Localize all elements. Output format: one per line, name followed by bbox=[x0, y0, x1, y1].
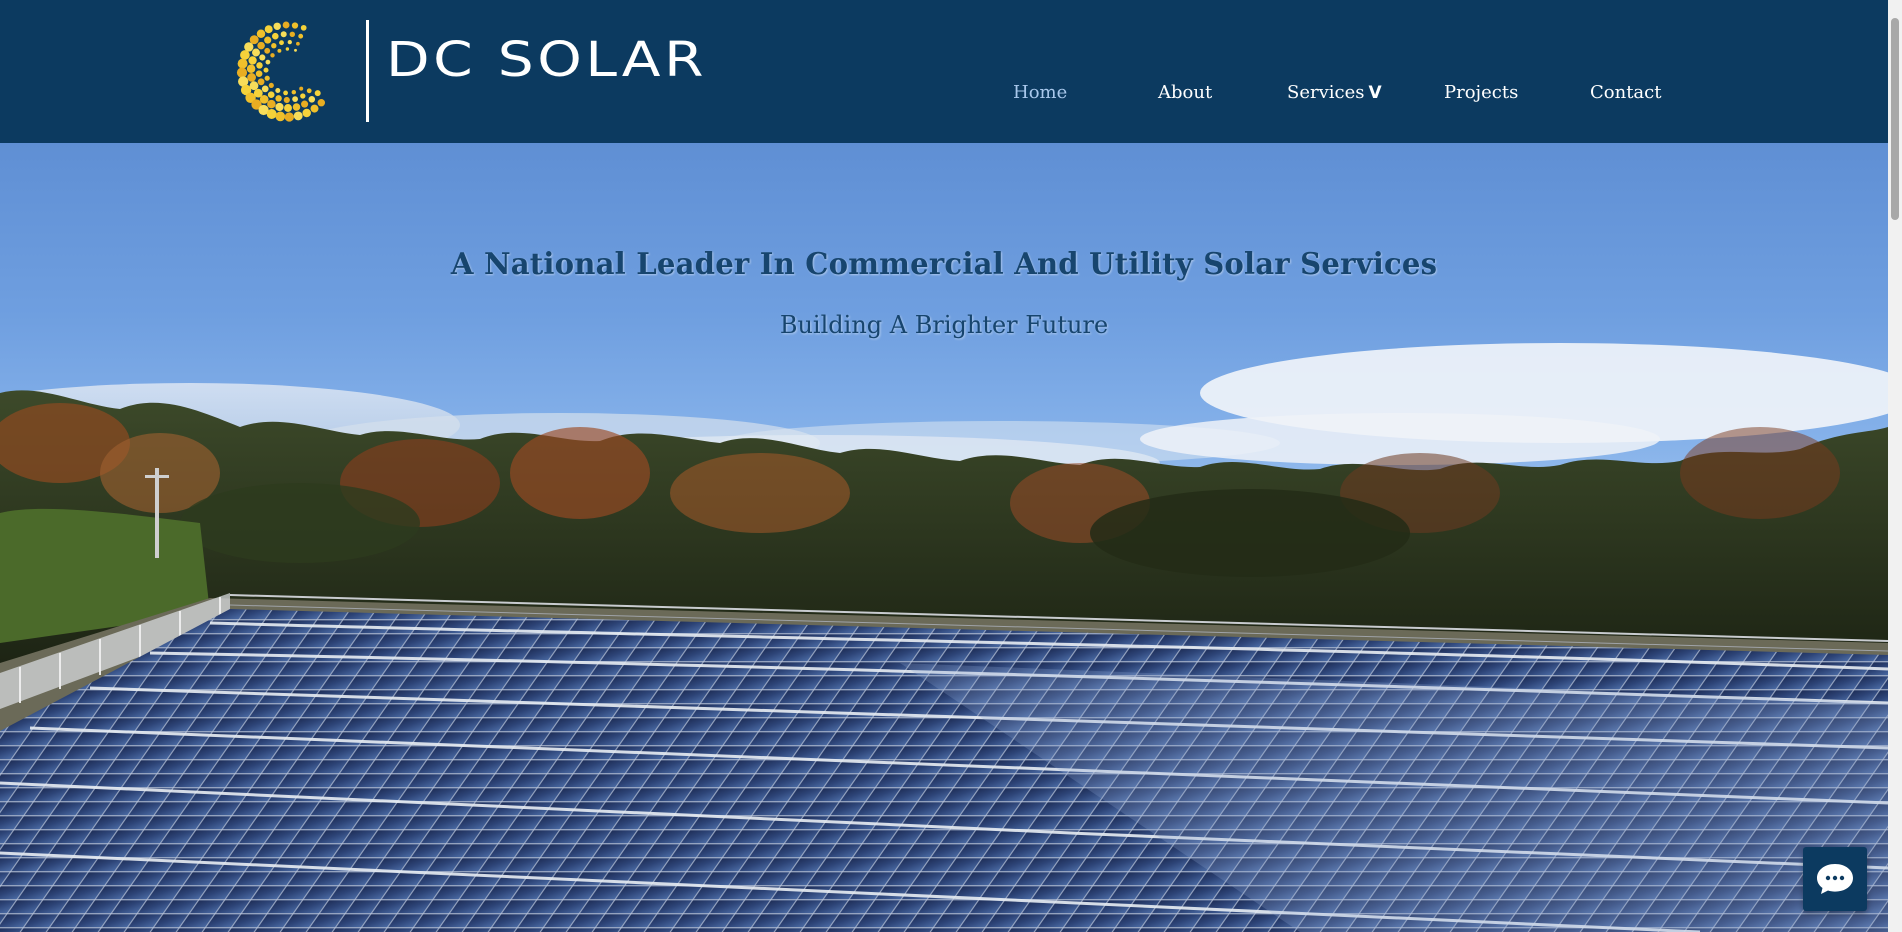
logo-dot bbox=[282, 21, 290, 29]
nav-item-label: Services bbox=[1287, 82, 1365, 103]
brand-name[interactable]: DC SOLAR bbox=[386, 36, 707, 84]
logo-dot bbox=[256, 62, 263, 69]
logo-dot bbox=[293, 111, 303, 121]
hero-subtitle: Building A Brighter Future bbox=[779, 311, 1109, 339]
chat-bubble-icon bbox=[1817, 864, 1853, 894]
hero-section: A National Leader In Commercial And Util… bbox=[0, 143, 1888, 932]
nav-item-home[interactable]: Home bbox=[1013, 80, 1067, 106]
logo-dot bbox=[246, 64, 256, 74]
logo-dot bbox=[277, 48, 282, 53]
logo-dot bbox=[273, 22, 281, 31]
logo-dot bbox=[244, 42, 254, 52]
site-header: DC SOLAR Home About Services V Projects C… bbox=[0, 0, 1888, 143]
nav-item-label: Projects bbox=[1444, 82, 1519, 103]
nav-item-contact[interactable]: Contact bbox=[1590, 80, 1661, 106]
logo-dot bbox=[264, 25, 273, 34]
main-nav: Home About Services V Projects Contact bbox=[0, 80, 1888, 110]
nav-item-about[interactable]: About bbox=[1158, 80, 1212, 106]
logo-dot bbox=[291, 22, 299, 29]
logo-dot bbox=[296, 41, 300, 46]
logo-dot bbox=[236, 67, 248, 78]
logo-dot bbox=[263, 67, 269, 73]
logo-dot bbox=[284, 112, 294, 122]
nav-item-label: About bbox=[1158, 82, 1213, 103]
page: DC SOLAR Home About Services V Projects C… bbox=[0, 0, 1902, 932]
logo-dot bbox=[256, 29, 266, 39]
logo-dot bbox=[265, 59, 271, 65]
page-scrollbar[interactable] bbox=[1888, 0, 1902, 932]
logo-dot bbox=[289, 31, 296, 38]
nav-item-label: Home bbox=[1013, 82, 1068, 103]
logo-dot bbox=[259, 54, 266, 61]
logo-dot bbox=[272, 32, 279, 40]
logo-dot bbox=[280, 31, 287, 38]
nav-item-services[interactable]: Services V bbox=[1287, 80, 1382, 106]
logo-dot bbox=[248, 56, 257, 65]
logo-dot bbox=[287, 39, 292, 45]
hero-title: A National Leader In Commercial And Util… bbox=[450, 247, 1438, 283]
logo-dot bbox=[255, 70, 263, 78]
logo-dot bbox=[257, 41, 265, 50]
logo-dot bbox=[279, 40, 284, 46]
nav-item-label: Contact bbox=[1590, 82, 1662, 103]
nav-item-projects[interactable]: Projects bbox=[1444, 80, 1518, 106]
chevron-down-icon: V bbox=[1368, 83, 1382, 103]
logo-dot bbox=[264, 47, 271, 54]
logo-dot bbox=[252, 48, 260, 57]
logo-dot bbox=[298, 33, 304, 39]
logo-dot bbox=[302, 108, 311, 118]
logo-dot bbox=[240, 50, 250, 60]
logo-dot bbox=[300, 24, 307, 31]
logo-dot bbox=[275, 111, 286, 122]
logo-dot bbox=[285, 47, 290, 51]
logo-dot bbox=[266, 109, 277, 119]
logo-dot bbox=[271, 43, 277, 49]
logo-dot bbox=[270, 53, 275, 58]
logo-dot bbox=[294, 48, 297, 52]
logo-dot bbox=[249, 35, 259, 45]
logo-dot bbox=[237, 58, 248, 69]
logo-dot bbox=[264, 36, 272, 44]
chat-widget-button[interactable] bbox=[1803, 847, 1867, 911]
scrollbar-thumb[interactable] bbox=[1891, 18, 1899, 220]
